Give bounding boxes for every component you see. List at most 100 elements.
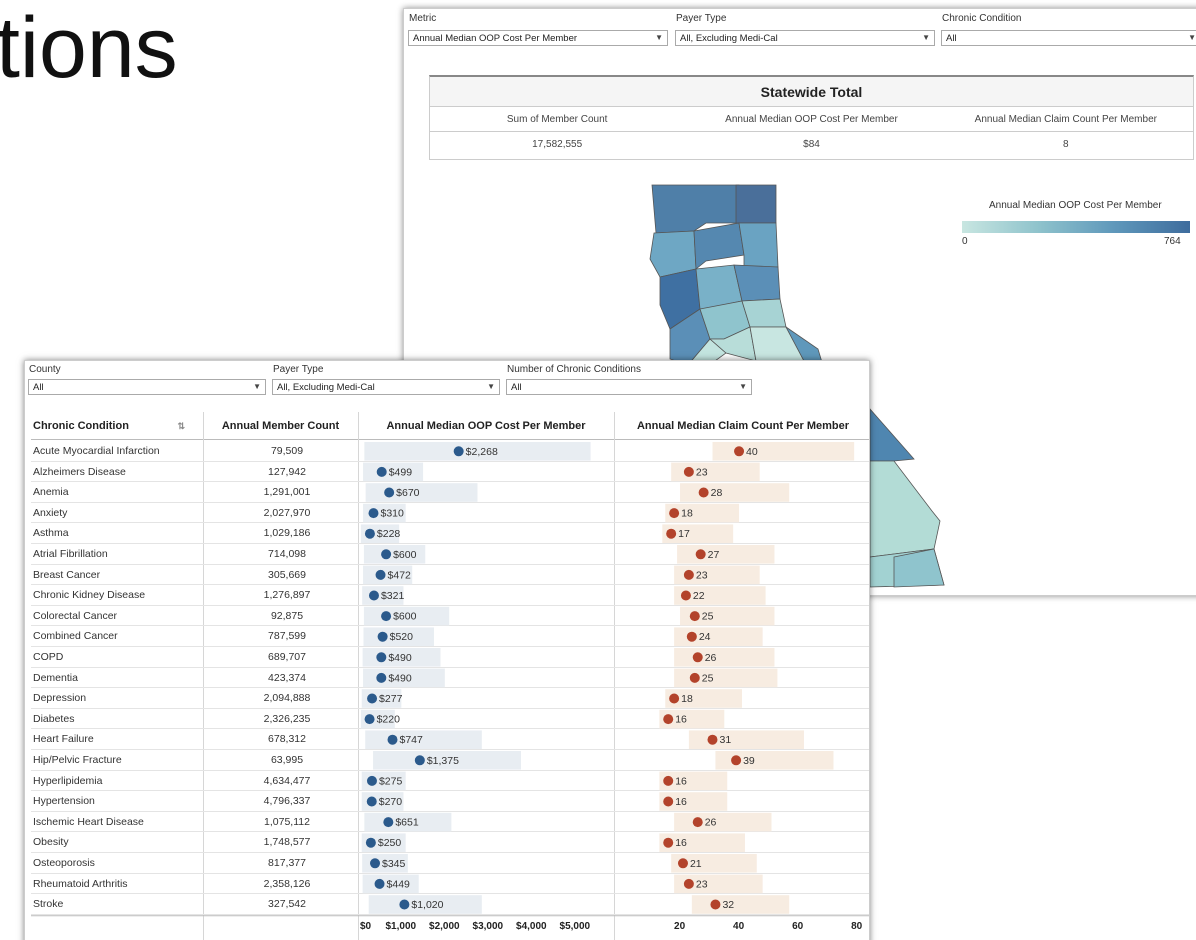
- oop-point-label: $345: [382, 858, 406, 870]
- oop-point-label: $651: [395, 817, 419, 829]
- oop-point-label: $747: [400, 734, 424, 746]
- claims-range-band: [680, 483, 790, 502]
- county-dropdown-value: All: [33, 382, 44, 393]
- claims-point: [677, 858, 688, 869]
- claims-range-band: [688, 730, 804, 749]
- oop-point: [368, 590, 379, 601]
- claims-point: [707, 734, 718, 745]
- claims-point-label: 21: [690, 858, 702, 870]
- claims-point: [669, 693, 680, 704]
- oop-point-label: $228: [377, 528, 401, 540]
- oop-point: [376, 652, 387, 663]
- claims-range-band: [674, 668, 778, 688]
- oop-point-label: $449: [387, 878, 411, 890]
- oop-point: [381, 549, 392, 560]
- claims-point-label: 16: [675, 714, 687, 726]
- claims-axis-tick: 80: [851, 920, 863, 932]
- oop-point: [414, 755, 425, 766]
- payer-type-dropdown[interactable]: All, Excluding Medi-Cal ▼: [272, 379, 500, 395]
- claims-point: [698, 487, 709, 498]
- oop-point-label: $321: [381, 590, 405, 602]
- claims-point: [731, 755, 742, 766]
- claims-point: [692, 817, 703, 828]
- oop-point-label: $600: [393, 549, 417, 561]
- oop-point: [399, 899, 410, 910]
- claims-point-label: 23: [696, 569, 708, 581]
- oop-point: [381, 611, 392, 622]
- claims-point: [710, 899, 721, 910]
- oop-axis-tick: $3,000: [472, 920, 504, 932]
- claims-range-band: [691, 895, 790, 914]
- oop-point: [377, 631, 388, 642]
- claims-point-label: 26: [705, 817, 717, 829]
- county-filter-label: County: [29, 364, 61, 375]
- oop-point: [383, 817, 394, 828]
- oop-axis-tick: $2,000: [429, 920, 460, 932]
- claims-point-label: 28: [711, 487, 723, 499]
- oop-point-label: $520: [390, 631, 414, 643]
- oop-point: [367, 693, 378, 704]
- claims-axis-tick: 20: [674, 920, 686, 932]
- chronic-count-filter-label: Number of Chronic Conditions: [507, 364, 641, 375]
- dot-plot-marks: $2,268 40 $499 23 $670 28 $310 18 $228 17 $600 27 $4…: [31, 442, 869, 917]
- claims-axis-tick: 40: [733, 920, 745, 932]
- claims-point: [683, 878, 694, 889]
- oop-point: [453, 446, 464, 457]
- oop-point-label: $277: [379, 693, 403, 705]
- claims-point: [666, 528, 677, 539]
- claims-point-label: 24: [699, 631, 711, 643]
- oop-range-band: [365, 730, 482, 749]
- county-region: [869, 407, 915, 462]
- oop-point-label: $310: [380, 508, 404, 520]
- claims-range-band: [712, 442, 855, 461]
- oop-point: [368, 508, 379, 519]
- claims-point: [663, 796, 674, 807]
- claims-point: [686, 631, 697, 642]
- oop-point-label: $1,375: [427, 755, 459, 767]
- chevron-down-icon: ▼: [253, 382, 261, 391]
- claims-point-label: 16: [675, 837, 687, 849]
- oop-point-label: $270: [379, 796, 403, 808]
- chronic-count-dropdown[interactable]: All ▼: [506, 379, 752, 395]
- oop-point-label: $600: [393, 611, 417, 623]
- claims-point-label: 40: [746, 446, 758, 458]
- payer-type-filter-label: Payer Type: [273, 364, 324, 375]
- oop-point: [384, 487, 395, 498]
- oop-point-label: $472: [388, 569, 412, 581]
- claims-point: [695, 549, 706, 560]
- claims-range-band: [677, 545, 775, 564]
- claims-point-label: 23: [696, 878, 708, 890]
- claims-range-band: [674, 812, 772, 832]
- claims-point-label: 16: [675, 775, 687, 787]
- oop-point: [376, 672, 387, 683]
- condition-table: Chronic Condition ⇅ Annual Member Count …: [31, 412, 869, 940]
- claims-point: [734, 446, 745, 457]
- oop-point: [364, 714, 375, 725]
- claims-point-label: 25: [702, 611, 714, 623]
- oop-point: [365, 837, 376, 848]
- claims-point-label: 16: [675, 796, 687, 808]
- claims-point: [663, 714, 674, 725]
- oop-point-label: $1,020: [411, 899, 443, 911]
- claims-point: [689, 611, 700, 622]
- oop-point-label: $220: [377, 714, 401, 726]
- chronic-count-dropdown-value: All: [511, 382, 522, 393]
- claims-point-label: 25: [702, 672, 714, 684]
- slide-title: tions: [0, 0, 178, 96]
- claims-point: [680, 590, 691, 601]
- chronic-condition-table-panel: County All ▼ Payer Type All, Excluding M…: [24, 360, 870, 940]
- payer-type-dropdown-value: All, Excluding Medi-Cal: [277, 382, 375, 393]
- oop-point-label: $275: [379, 775, 403, 787]
- county-region: [869, 460, 941, 558]
- claims-point: [692, 652, 703, 663]
- chevron-down-icon: ▼: [487, 382, 495, 391]
- claims-point-label: 31: [719, 734, 731, 746]
- claims-point-label: 26: [705, 652, 717, 664]
- oop-point: [375, 569, 386, 580]
- oop-point: [366, 796, 377, 807]
- county-dropdown[interactable]: All ▼: [28, 379, 266, 395]
- oop-point-label: $490: [388, 672, 412, 684]
- oop-axis-tick: $4,000: [516, 920, 547, 932]
- claims-point-label: 23: [696, 466, 708, 478]
- claims-point: [663, 837, 674, 848]
